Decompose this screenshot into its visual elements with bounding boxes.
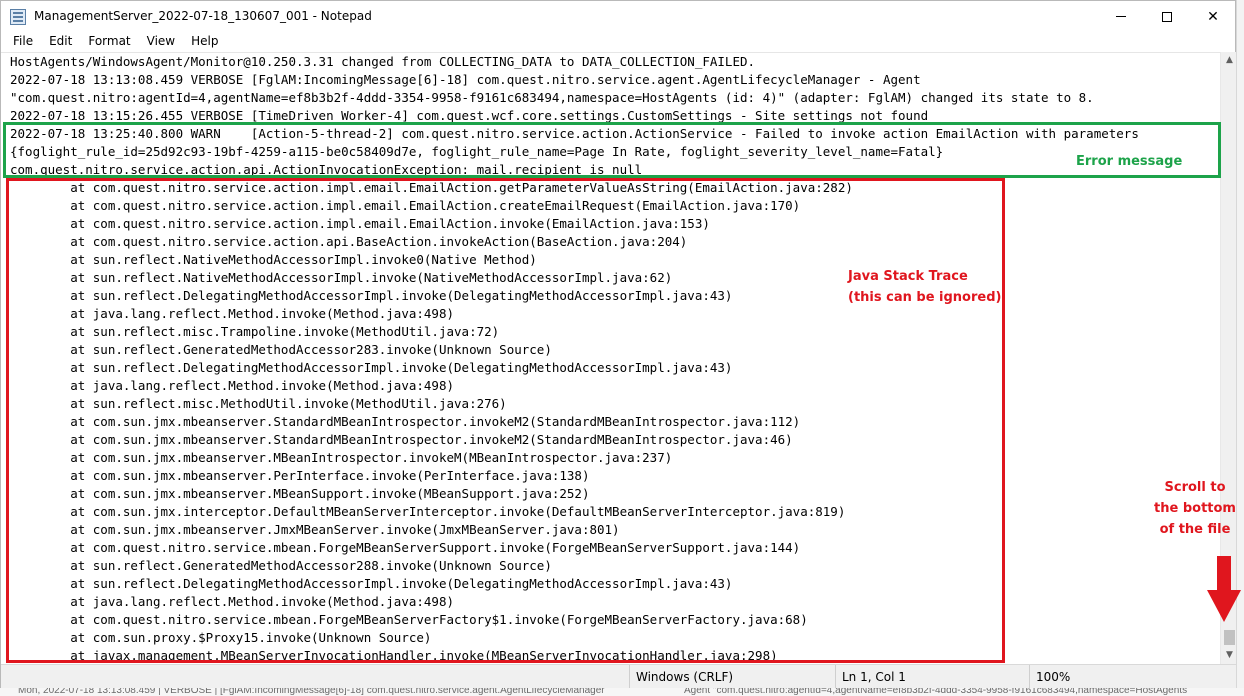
minimize-icon [1116,16,1126,17]
stack-trace-highlight-box [6,178,1005,663]
close-icon: ✕ [1207,8,1219,25]
stack-trace-annotation-note: (this can be ignored) [848,290,1002,305]
scroll-annotation-line1: Scroll to [1164,480,1226,495]
background-window-edge-bottom: Mon, 2022-07-18 13:13:08.459 | VERBOSE |… [0,688,1244,696]
menu-format[interactable]: Format [80,32,138,52]
menu-file[interactable]: File [5,32,41,52]
stack-trace-annotation-title: Java Stack Trace [848,269,968,284]
maximize-icon [1162,11,1172,22]
scrollbar-thumb[interactable] [1224,630,1235,645]
title-bar[interactable]: ManagementServer_2022-07-18_130607_001 -… [1,1,1235,32]
window-title: ManagementServer_2022-07-18_130607_001 -… [34,9,372,23]
error-message-annotation: Error message [1076,154,1183,169]
text-line: 2022-07-18 13:13:08.459 VERBOSE [FglAM:I… [10,72,921,87]
error-message-highlight-box [3,122,1221,178]
text-line: HostAgents/WindowsAgent/Monitor@10.250.3… [10,54,756,69]
down-arrow-icon [1207,556,1241,622]
menu-bar: File Edit Format View Help [1,32,1235,52]
scroll-annotation-line2: the bottom [1154,501,1236,516]
menu-help[interactable]: Help [183,32,226,52]
status-line-ending: Windows (CRLF) [629,665,835,689]
scroll-annotation-line3: of the file [1159,522,1231,537]
maximize-button[interactable] [1144,1,1190,32]
status-bar: Windows (CRLF) Ln 1, Col 1 100% [1,664,1237,689]
background-log-text: Mon, 2022-07-18 13:13:08.459 | VERBOSE |… [18,688,605,696]
notepad-app-icon[interactable] [10,9,26,25]
close-button[interactable]: ✕ [1190,1,1236,32]
status-cursor-position: Ln 1, Col 1 [835,665,1029,689]
menu-edit[interactable]: Edit [41,32,80,52]
menu-view[interactable]: View [139,32,183,52]
minimize-button[interactable] [1098,1,1144,32]
status-zoom: 100% [1029,665,1237,689]
background-log-text: Agent "com.quest.nitro:agentId=4,agentNa… [684,688,1188,696]
text-line: "com.quest.nitro:agentId=4,agentName=ef8… [10,90,1094,105]
